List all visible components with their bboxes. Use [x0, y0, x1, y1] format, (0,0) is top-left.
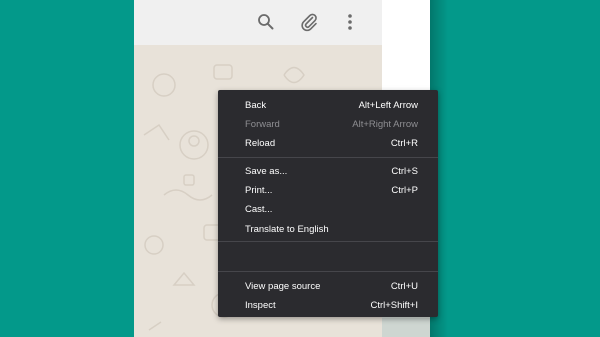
- menu-item-inspect[interactable]: Inspect Ctrl+Shift+I: [218, 296, 438, 315]
- menu-item-reload[interactable]: Reload Ctrl+R: [218, 134, 438, 153]
- menu-item-save-as[interactable]: Save as... Ctrl+S: [218, 162, 438, 181]
- paperclip-icon[interactable]: [297, 10, 321, 34]
- more-vertical-icon[interactable]: [338, 10, 362, 34]
- search-icon[interactable]: [254, 10, 278, 34]
- menu-item-forward[interactable]: Forward Alt+Right Arrow: [218, 115, 438, 134]
- menu-separator: [218, 241, 438, 242]
- menu-separator: [218, 157, 438, 158]
- side-panel-footer: [382, 318, 430, 337]
- menu-item-translate[interactable]: Translate to English: [218, 220, 438, 239]
- chat-header: [134, 0, 382, 45]
- menu-separator: [218, 271, 438, 272]
- menu-item-view-source[interactable]: View page source Ctrl+U: [218, 277, 438, 296]
- menu-item-back[interactable]: Back Alt+Left Arrow: [218, 96, 438, 115]
- menu-item-cast[interactable]: Cast...: [218, 200, 438, 219]
- menu-item-print[interactable]: Print... Ctrl+P: [218, 181, 438, 200]
- context-menu: Back Alt+Left Arrow Forward Alt+Right Ar…: [218, 90, 438, 317]
